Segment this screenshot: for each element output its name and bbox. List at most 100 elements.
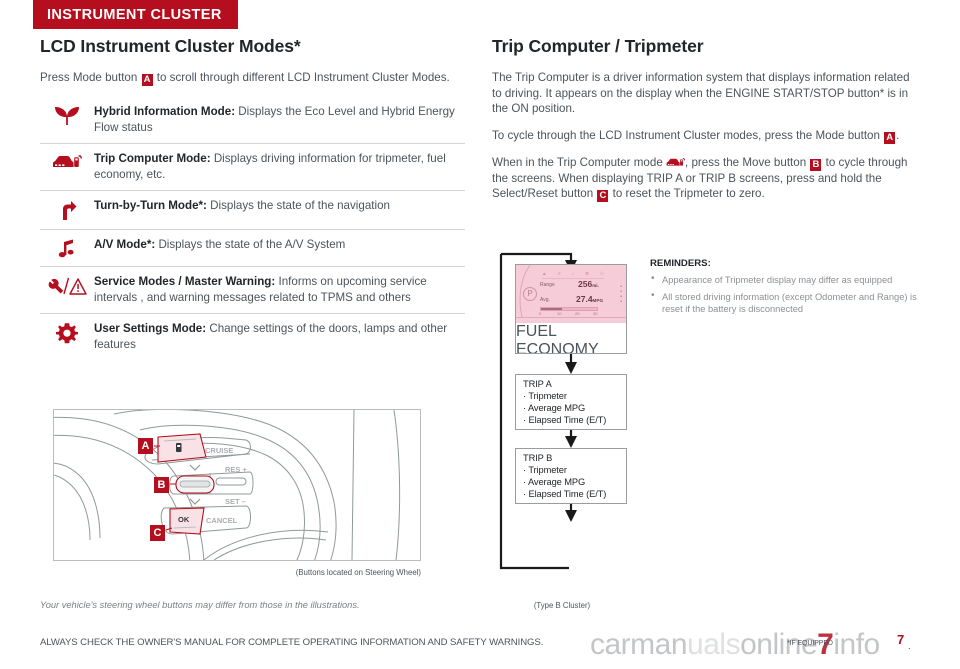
section-tag-label: INSTRUMENT CLUSTER <box>47 6 222 23</box>
page-number: 7 <box>897 632 905 647</box>
mode-row: Service Modes / Master Warning: Informs … <box>40 267 465 314</box>
wheel-badge-a: A <box>138 438 153 454</box>
watermark-part-c: info <box>833 628 880 661</box>
right-title: Trip Computer / Tripmeter <box>492 36 704 56</box>
mode-row: Turn-by-Turn Mode*: Displays the state o… <box>40 191 465 230</box>
lcd-preview: ▲ ➚ ♪ ⚙ ☉ P Range 256mi. Avg. 27.4MPG 0 … <box>515 264 627 354</box>
lcd-tick: 20 <box>575 311 580 316</box>
trip-paragraph-1: The Trip Computer is a driver informatio… <box>492 71 910 115</box>
lcd-range-unit: mi. <box>592 283 599 288</box>
para2-post: . <box>896 128 900 142</box>
lcd-gear-icon: ☉ <box>599 271 604 276</box>
mode-text: Service Modes / Master Warning: Informs … <box>94 274 465 305</box>
lcd-avg-unit: MPG <box>592 298 604 303</box>
mode-label: A/V Mode*: <box>94 238 156 251</box>
lcd-arrow-icon: ➚ <box>557 271 562 276</box>
wheel-badge-b: B <box>154 477 169 493</box>
mode-label: Service Modes / Master Warning: <box>94 275 276 288</box>
lcd-range-value: 256mi. <box>578 279 599 289</box>
wheel-figure-caption: (Buttons located on Steering Wheel) <box>295 568 421 577</box>
flow-box-trip-a: TRIP A · Tripmeter · Average MPG · Elaps… <box>515 374 627 430</box>
gear-icon <box>40 321 94 344</box>
wrench-warning-icon <box>40 274 94 297</box>
car-fuel-pump-icon <box>666 156 685 169</box>
lcd-wrench-icon: ⚙ <box>584 271 590 276</box>
mode-text: A/V Mode*: Displays the state of the A/V… <box>94 237 349 253</box>
lcd-range-label: Range <box>540 282 555 288</box>
flow-box-item: · Elapsed Time (E/T) <box>523 489 607 499</box>
wheel-badge-c: C <box>150 525 165 541</box>
footer-note: ALWAYS CHECK THE OWNER'S MANUAL FOR COMP… <box>40 637 544 648</box>
page-title: LCD Instrument Cluster Modes* <box>40 36 301 56</box>
intro-text-pre: Press Mode button <box>40 71 138 84</box>
lcd-avg-number: 27.4 <box>576 294 593 304</box>
turn-right-arrow-icon <box>40 198 94 221</box>
lcd-tick: 0 <box>539 311 542 316</box>
mode-row: A/V Mode*: Displays the state of the A/V… <box>40 230 465 267</box>
page-number-dot: . <box>908 641 911 651</box>
para2-pre: To cycle through the LCD Instrument Clus… <box>492 128 880 142</box>
res-plus-label: RES + <box>225 465 248 474</box>
lcd-page-dots: • • • • <box>620 284 622 305</box>
reminder-item: Appearance of Tripmeter display may diff… <box>650 273 920 287</box>
mode-row: Trip Computer Mode: Displays driving inf… <box>40 144 465 191</box>
mode-text: Turn-by-Turn Mode*: Displays the state o… <box>94 198 394 214</box>
trip-paragraph-2: To cycle through the LCD Instrument Clus… <box>492 128 917 144</box>
trip-computer-flow-diagram: ▲ ➚ ♪ ⚙ ☉ P Range 256mi. Avg. 27.4MPG 0 … <box>497 250 627 575</box>
reminder-item: All stored driving information (except O… <box>650 290 920 316</box>
flow-box-item: · Average MPG <box>523 477 586 487</box>
leaf-icon <box>40 104 94 127</box>
flow-box-heading: TRIP B <box>523 453 553 463</box>
mode-row: User Settings Mode: Change settings of t… <box>40 314 465 360</box>
flow-diagram-caption: (Type B Cluster) <box>533 601 591 610</box>
mode-label: User Settings Mode: <box>94 322 207 335</box>
intro-paragraph: Press Mode button A to scroll through di… <box>40 70 465 86</box>
lcd-tick: 10 <box>557 311 562 316</box>
mode-text: Trip Computer Mode: Displays driving inf… <box>94 151 465 182</box>
intro-text-post: to scroll through different LCD Instrume… <box>156 71 450 84</box>
if-equipped-note: *IF EQUIPPED <box>787 640 833 647</box>
set-minus-label: SET – <box>225 497 246 506</box>
flow-box-trip-b: TRIP B · Tripmeter · Average MPG · Elaps… <box>515 448 627 504</box>
ok-label: OK <box>178 515 190 524</box>
watermark-part-a: carman <box>590 628 688 661</box>
mode-label: Hybrid Information Mode: <box>94 105 236 118</box>
cancel-label: CANCEL <box>206 516 238 525</box>
lcd-status-icons: ▲ ➚ ♪ ⚙ ☉ <box>542 271 604 279</box>
flow-box-heading: TRIP A <box>523 379 552 389</box>
para3-post: to reset the Tripmeter to zero. <box>612 187 765 200</box>
reminders-title: REMINDERS: <box>650 258 711 269</box>
fuel-economy-list: FUEL ECONOMY · Range · Average MPG · Ins… <box>516 323 626 353</box>
flow-box-item: · Tripmeter <box>523 391 567 401</box>
mode-text: Hybrid Information Mode: Displays the Ec… <box>94 104 465 135</box>
badge-a-inline: A <box>141 74 153 86</box>
lcd-mpg-bar-fill <box>541 308 562 310</box>
lcd-park-indicator: P <box>523 287 537 301</box>
mode-desc: Displays the state of the navigation <box>210 199 390 212</box>
flow-box-item: · Tripmeter <box>523 465 567 475</box>
steering-wheel-figure: CRUISE RES + SET – OK CANCEL A B C <box>53 409 421 561</box>
lcd-avg-label: Avg. <box>540 297 550 303</box>
trip-paragraph-3: When in the Trip Computer mode , press t… <box>492 155 917 202</box>
flow-box-item: · Average MPG <box>523 403 586 413</box>
mode-text: User Settings Mode: Change settings of t… <box>94 321 465 352</box>
mode-list: Hybrid Information Mode: Displays the Ec… <box>40 97 465 360</box>
badge-b-inline: B <box>810 158 822 171</box>
mode-desc: Displays the state of the A/V System <box>158 238 346 251</box>
section-tag: INSTRUMENT CLUSTER <box>33 0 238 29</box>
wheel-disclaimer: Your vehicle's steering wheel buttons ma… <box>40 600 360 610</box>
cruise-label: CRUISE <box>205 446 233 455</box>
reminders-block: REMINDERS: Appearance of Tripmeter displ… <box>650 258 920 320</box>
lcd-range-number: 256 <box>578 279 593 289</box>
badge-c-inline: C <box>597 190 609 202</box>
lcd-car-icon: ▲ <box>542 271 547 276</box>
para3-mid: , press the Move button <box>685 155 807 169</box>
para3-pre: When in the Trip Computer mode <box>492 155 663 169</box>
lcd-tick: 30 <box>593 311 598 316</box>
mode-row: Hybrid Information Mode: Displays the Ec… <box>40 97 465 144</box>
lcd-avg-value: 27.4MPG <box>576 294 603 304</box>
steering-wheel-illustration: CRUISE RES + SET – OK CANCEL <box>54 410 401 560</box>
music-note-icon <box>40 237 94 258</box>
right-column: Trip Computer / Tripmeter The Trip Compu… <box>492 36 917 213</box>
car-fuel-pump-icon <box>40 151 94 172</box>
